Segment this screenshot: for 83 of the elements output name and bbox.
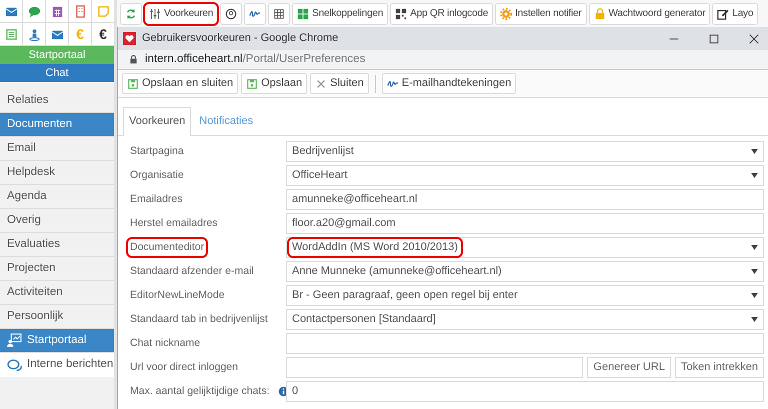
field-label: Herstel emailadres	[129, 216, 219, 231]
tiles-icon	[297, 8, 310, 20]
caret-icon	[751, 149, 758, 154]
toolbar-tile[interactable]	[69, 0, 91, 22]
toolbar-tile[interactable]	[23, 23, 45, 45]
table-icon	[273, 8, 286, 20]
section-header[interactable]: Chat	[0, 64, 114, 82]
euro-icon: €	[76, 24, 84, 44]
save-icon	[246, 78, 258, 90]
toolbar-button[interactable]: Sluiten	[310, 73, 369, 94]
list-icon	[4, 28, 18, 40]
person-icon	[28, 28, 40, 40]
caret-icon	[751, 245, 758, 250]
toolbar-tile[interactable]	[0, 0, 22, 22]
toolbar-button[interactable]	[268, 2, 290, 24]
window-title: Gebruikersvoorkeuren - Google Chrome	[142, 31, 338, 46]
toolbar-button[interactable]: Wachtwoord generator	[588, 2, 710, 24]
field-label: Organisatie	[129, 168, 185, 183]
input-field[interactable]: floor.a20@gmail.com	[286, 213, 764, 234]
toolbar-button[interactable]: Opslaan en sluiten	[122, 73, 238, 94]
dropdown[interactable]: WordAddIn (MS Word 2010/2013)	[286, 237, 764, 258]
field-label: Startpagina	[129, 144, 185, 159]
toolbar-button[interactable]	[220, 2, 242, 24]
qr-code-icon	[395, 8, 408, 20]
toolbar-button[interactable]: Layo	[712, 2, 758, 24]
edit-icon	[717, 8, 730, 20]
input-field[interactable]	[286, 333, 764, 354]
lock-icon	[594, 8, 606, 20]
input-field[interactable]: amunneke@officeheart.nl	[286, 189, 764, 210]
toolbar-tile[interactable]	[46, 23, 68, 45]
refresh-icon	[125, 8, 137, 20]
dropdown[interactable]: Anne Munneke (amunneke@officeheart.nl)	[286, 261, 764, 282]
field-label: Emailadres	[129, 192, 184, 207]
caret-icon	[751, 293, 758, 298]
toolbar-tile[interactable]	[23, 0, 45, 22]
close-icon	[315, 78, 328, 90]
close-icon[interactable]	[748, 32, 760, 44]
action-button[interactable]: Token intrekken	[674, 357, 764, 378]
toolbar-button[interactable]: Instellen notifier	[495, 2, 587, 24]
caret-icon	[751, 269, 758, 274]
field-label: Standaard tab in bedrijvenlijst	[129, 312, 269, 327]
input-field[interactable]: 0	[286, 381, 764, 402]
toolbar-button[interactable]: Opslaan	[241, 73, 308, 94]
portal-icon	[7, 333, 22, 348]
toolbar-tile[interactable]	[46, 0, 68, 22]
dropdown[interactable]: OfficeHeart	[286, 165, 764, 186]
dropdown[interactable]: Br - Geen paragraaf, geen open regel bij enter	[286, 285, 764, 306]
building-icon	[74, 4, 86, 18]
action-button[interactable]: Genereer URL	[587, 357, 671, 378]
maximize-icon[interactable]	[708, 32, 720, 44]
toolbar-button[interactable]	[244, 2, 266, 24]
calendar-icon	[50, 4, 64, 18]
heart-logo-icon	[123, 32, 136, 45]
toolbar-tile[interactable]	[0, 23, 22, 45]
sidebar-item[interactable]: Startportaal	[0, 329, 114, 353]
sticky-note-icon	[96, 4, 110, 18]
caret-icon	[751, 317, 758, 322]
dropdown[interactable]: Contactpersonen [Standaard]	[286, 309, 764, 330]
field-label: Documenteditor	[126, 236, 208, 258]
toolbar-tile[interactable]	[92, 0, 114, 22]
euro-icon: €	[99, 24, 107, 44]
chat-bubbles-icon	[7, 358, 22, 372]
field-label: EditorNewLineMode	[129, 288, 226, 303]
tab[interactable]: Voorkeuren	[123, 107, 192, 136]
toolbar-button[interactable]: App QR inlogcode	[390, 2, 494, 24]
toolbar-button[interactable]: E-mailhandtekeningen	[382, 73, 516, 94]
input-field[interactable]	[286, 357, 584, 378]
chat-bubble-icon	[28, 4, 40, 18]
toolbar-button[interactable]: Snelkoppelingen	[292, 2, 388, 24]
dropdown[interactable]: Bedrijvenlijst	[286, 141, 764, 162]
toolbar-button[interactable]: Voorkeuren	[144, 2, 218, 24]
field-label: Url voor direct inloggen	[129, 360, 239, 375]
field-label: Max. aantal gelijktijdige chats:	[129, 384, 270, 399]
field-label: Standaard afzender e-mail	[129, 264, 255, 279]
sliders-icon	[149, 8, 161, 20]
lock-icon	[128, 54, 139, 65]
save-icon	[127, 78, 139, 90]
gear-icon	[500, 8, 512, 20]
user-circle-icon	[225, 8, 238, 20]
sidebar-item[interactable]: Documenten	[0, 113, 114, 137]
caret-icon	[751, 173, 758, 178]
field-label: Chat nickname	[129, 336, 202, 351]
sidebar-item[interactable]: Interne berichten	[0, 353, 114, 377]
